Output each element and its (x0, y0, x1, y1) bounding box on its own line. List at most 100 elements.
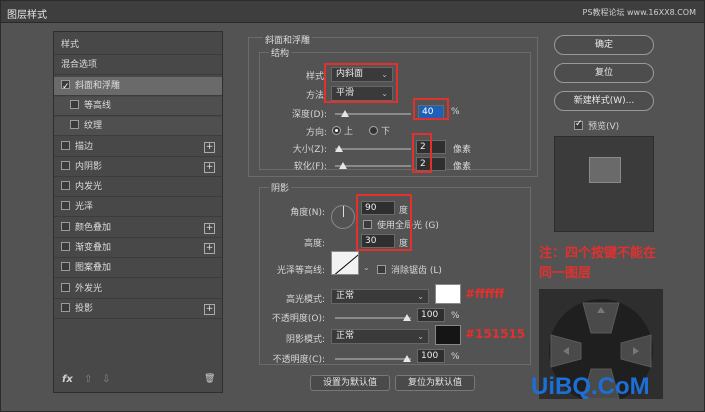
effects-list-item[interactable]: 投影 + (54, 300, 222, 319)
depth-unit: % (451, 107, 460, 117)
gloss-contour-preview[interactable] (331, 251, 359, 275)
angle-dial[interactable] (331, 205, 355, 229)
add-effect-icon[interactable]: + (204, 303, 215, 315)
checkbox-icon[interactable] (61, 242, 70, 251)
preview-swatch (589, 157, 621, 183)
add-effect-icon[interactable]: + (204, 141, 215, 153)
size-label: 大小(Z): (292, 145, 327, 155)
opacity1-slider[interactable] (335, 317, 411, 319)
shadow-color-annotation: #151515 (465, 327, 526, 341)
highlight-mode-select[interactable]: 正常 ⌄ (331, 289, 429, 304)
dialog-title: 图层样式 (7, 10, 47, 21)
direction-label: 方向: (305, 128, 327, 138)
effects-list-item-label: 投影 (75, 303, 94, 314)
soften-slider-thumb[interactable] (339, 162, 347, 169)
direction-down-radio[interactable]: 下 (369, 124, 390, 137)
reset-button[interactable]: 复位 (554, 63, 654, 83)
effects-list-item[interactable]: 内阴影 + (54, 158, 222, 177)
ok-button[interactable]: 确定 (554, 35, 654, 55)
anti-alias-checkbox[interactable]: 消除锯齿 (L) (377, 263, 442, 276)
highlight-color-swatch[interactable] (435, 284, 461, 304)
opacity1-input[interactable]: 100 (417, 308, 445, 322)
preview-label: 预览(V) (588, 122, 620, 132)
checkbox-icon[interactable] (61, 201, 70, 211)
depth-slider-thumb[interactable] (341, 110, 349, 117)
size-unit: 像素 (453, 145, 472, 155)
checkbox-icon[interactable] (61, 181, 70, 191)
soften-unit: 像素 (453, 162, 472, 172)
add-effect-icon[interactable]: + (204, 243, 215, 254)
checkbox-icon[interactable] (61, 140, 70, 150)
size-slider-thumb[interactable] (335, 145, 343, 152)
effects-list-item[interactable]: 内发光 (54, 178, 222, 198)
trash-icon[interactable]: 🗑 (204, 374, 215, 384)
opacity2-slider[interactable] (335, 358, 411, 360)
effects-list-item-label: 样式 (61, 40, 80, 50)
checkbox-icon[interactable] (70, 120, 79, 130)
note-annotation: 注：四个按键不能在同一图层 (539, 246, 657, 281)
opacity1-label: 不透明度(O): (271, 314, 325, 324)
effects-list-item[interactable]: 图案叠加 (54, 259, 222, 279)
set-default-button[interactable]: 设置为默认值 (310, 375, 390, 391)
add-effect-icon[interactable]: + (204, 161, 215, 173)
checkbox-icon[interactable] (61, 302, 70, 312)
checkbox-icon[interactable] (61, 282, 70, 292)
title-bar: 图层样式 PS教程论坛 www.16XX8.COM (1, 1, 704, 23)
shadow-color-swatch[interactable] (435, 325, 461, 345)
fx-icon[interactable]: fx (62, 374, 73, 385)
effects-list-item[interactable]: 样式 (54, 36, 222, 55)
site-watermark: PS教程论坛 www.16XX8.COM (582, 8, 696, 17)
checkbox-icon[interactable] (61, 78, 70, 97)
shadow-mode-select[interactable]: 正常 ⌄ (331, 329, 429, 344)
radio-icon (332, 126, 341, 135)
effects-list-item[interactable]: 等高线 (54, 96, 222, 116)
opacity1-slider-thumb[interactable] (403, 314, 411, 321)
opacity2-label: 不透明度(C): (272, 355, 325, 365)
angle-dial-needle (343, 206, 344, 217)
direction-down-label: 下 (381, 127, 391, 137)
annotation-box-style (324, 63, 398, 103)
checkbox-icon (574, 119, 583, 130)
direction-up-radio[interactable]: 上 (332, 124, 353, 137)
checkbox-icon[interactable] (61, 160, 70, 170)
checkbox-icon[interactable] (61, 262, 70, 272)
effects-list-item[interactable]: 渐变叠加 + (54, 239, 222, 258)
effects-list-item-label: 渐变叠加 (75, 243, 112, 253)
move-down-icon[interactable]: ⇩ (102, 374, 110, 385)
effects-list-item[interactable]: 外发光 (54, 280, 222, 299)
effects-list-item[interactable]: 颜色叠加 + (54, 219, 222, 238)
effects-list-item[interactable]: 光泽 (54, 198, 222, 218)
effects-list-item[interactable]: 描边 + (54, 138, 222, 157)
chevron-down-icon: ⌄ (417, 292, 424, 301)
effects-list-item[interactable]: 斜面和浮雕 (54, 76, 222, 97)
move-up-icon[interactable]: ⇧ (84, 374, 92, 385)
effects-list-item-label: 斜面和浮雕 (75, 80, 121, 91)
preview-thumbnail (554, 136, 654, 232)
size-slider[interactable] (335, 148, 411, 150)
opacity2-input[interactable]: 100 (417, 349, 445, 363)
radio-icon (369, 126, 378, 135)
checkbox-icon[interactable] (61, 221, 70, 231)
contour-line (332, 252, 358, 274)
effects-list-item-label: 图案叠加 (75, 263, 112, 274)
checkbox-icon[interactable] (70, 99, 79, 109)
effects-list-item[interactable]: 纹理 (54, 117, 222, 137)
opacity2-slider-thumb[interactable] (403, 355, 411, 362)
preview-checkbox[interactable]: 预览(V) (574, 119, 619, 132)
chevron-down-icon[interactable]: ⌄ (363, 263, 370, 272)
anti-alias-label: 消除锯齿 (L) (391, 266, 442, 276)
gloss-contour-label: 光泽等高线: (276, 266, 325, 276)
effects-list-item-label: 颜色叠加 (75, 222, 112, 233)
chevron-down-icon: ⌄ (417, 332, 424, 341)
effects-list-item[interactable]: 混合选项 (54, 56, 222, 76)
new-style-button[interactable]: 新建样式(W)... (554, 91, 654, 111)
opacity1-unit: % (451, 311, 460, 321)
altitude-label: 高度: (303, 239, 325, 249)
add-effect-icon[interactable]: + (204, 222, 215, 234)
reset-default-button[interactable]: 复位为默认值 (395, 375, 475, 391)
method-label: 方法: (305, 91, 327, 101)
highlight-mode-label: 高光模式: (285, 295, 325, 305)
angle-label: 角度(N): (290, 208, 325, 218)
style-label: 样式: (305, 72, 327, 82)
soften-label: 软化(F): (293, 162, 327, 172)
